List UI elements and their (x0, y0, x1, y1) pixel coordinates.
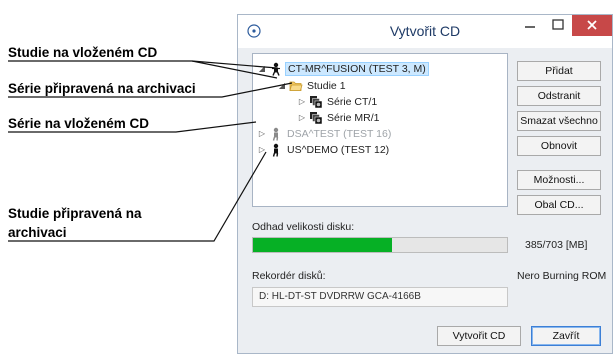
annotation-study-on-cd: Studie na vloženém CD (8, 45, 158, 60)
folder-open-icon (289, 81, 303, 91)
annotation-series-for-archive: Série připravená na archivaci (8, 81, 196, 96)
add-button[interactable]: Přidat (517, 61, 601, 81)
series-icon (310, 111, 323, 124)
maximize-icon (552, 19, 564, 30)
expand-arrow-icon[interactable]: ▷ (297, 97, 307, 106)
options-button[interactable]: Možnosti... (517, 170, 601, 190)
tree-item-label: CT-MR^FUSION (TEST 3, M) (285, 61, 429, 76)
close-button[interactable]: Zavřít (531, 326, 601, 346)
recorder-device-field[interactable]: D: HL-DT-ST DVDRRW GCA-4166B (252, 287, 508, 307)
collapse-arrow-icon[interactable]: ◢ (277, 81, 287, 90)
expand-arrow-icon[interactable]: ▷ (257, 129, 267, 138)
tree-item-label: DSA^TEST (TEST 16) (287, 127, 392, 140)
create-cd-button[interactable]: Vytvořit CD (437, 326, 521, 346)
close-icon (587, 20, 597, 30)
tree-item-serie-mr-1[interactable]: ▷ Série MR/1 (297, 110, 382, 125)
annotation-study-for-archive-2: archivaci (8, 225, 67, 240)
patient-icon (272, 62, 280, 76)
collapse-arrow-icon[interactable]: ◢ (257, 64, 267, 73)
tree-item-studie-1[interactable]: ◢ Studie 1 (277, 78, 348, 93)
tree-item-ct-mr-fusion[interactable]: ◢ CT-MR^FUSION (TEST 3, M) (257, 61, 429, 76)
tree-item-label: Série CT/1 (327, 95, 378, 108)
tree-item-us-demo[interactable]: ▷ US^DEMO (TEST 12) (257, 142, 391, 157)
tree-item-serie-ct-1[interactable]: ▷ Série CT/1 (297, 94, 379, 109)
cd-cover-button[interactable]: Obal CD... (517, 195, 601, 215)
tree-item-label: Série MR/1 (327, 111, 380, 124)
annotation-series-on-cd: Série na vloženém CD (8, 116, 150, 131)
title-bar[interactable]: Vytvořit CD (238, 15, 612, 48)
clear-all-button[interactable]: Smazat všechno (517, 111, 601, 131)
tree-item-label: Studie 1 (307, 79, 346, 92)
expand-arrow-icon[interactable]: ▷ (297, 113, 307, 122)
refresh-button[interactable]: Obnovit (517, 136, 601, 156)
disk-size-progress-fill (253, 238, 393, 252)
remove-button[interactable]: Odstranit (517, 86, 601, 106)
expand-arrow-icon[interactable]: ▷ (257, 145, 267, 154)
disk-size-label: Odhad velikosti disku: (252, 221, 355, 233)
close-window-button[interactable] (572, 15, 612, 36)
series-icon (310, 95, 323, 108)
maximize-button[interactable] (544, 15, 572, 37)
create-cd-dialog: Vytvořit CD ◢ CT-MR^FUSION (TEST 3, M) ◢ (237, 14, 613, 354)
tree-item-label: US^DEMO (TEST 12) (287, 143, 390, 156)
recorder-software: Nero Burning ROM (517, 270, 607, 282)
patient-icon (272, 143, 279, 157)
disk-size-progress (252, 237, 508, 253)
patient-archive-icon (272, 127, 279, 141)
annotation-study-for-archive-1: Studie připravená na (8, 206, 142, 221)
tree-item-dsa-test[interactable]: ▷ DSA^TEST (TEST 16) (257, 126, 393, 141)
study-tree[interactable]: ◢ CT-MR^FUSION (TEST 3, M) ◢ Studie 1 ▷ (252, 53, 508, 207)
recorder-label: Rekordér disků: (252, 270, 326, 282)
disk-size-value: 385/703 [MB] (525, 239, 588, 251)
minimize-icon (525, 26, 535, 28)
minimize-button[interactable] (516, 15, 544, 37)
